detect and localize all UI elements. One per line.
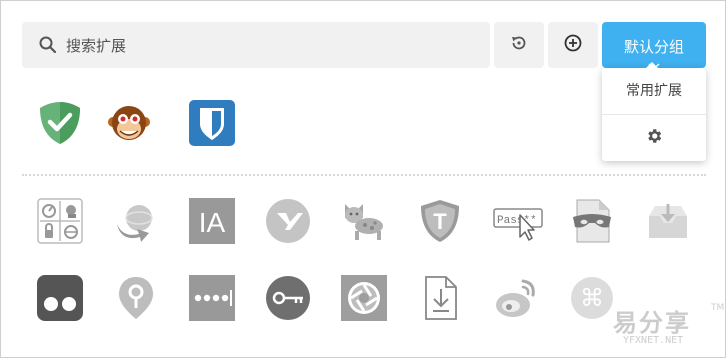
dropdown-item-settings[interactable] [602, 115, 706, 161]
command-key-icon: ⌘ [569, 275, 615, 325]
search-bar[interactable]: 搜索扩展 [22, 22, 490, 68]
watermark-sub: YFXNET.NET [623, 335, 684, 346]
extension-disabled-9[interactable] [645, 200, 691, 246]
globe-arrow-icon [113, 198, 159, 248]
weibo-icon [493, 275, 539, 325]
trello-toggle-icon [37, 275, 83, 325]
search-placeholder: 搜索扩展 [66, 37, 127, 55]
gear-icon [645, 127, 663, 149]
incognito-document-icon [569, 198, 615, 248]
tampermonkey-cat-icon [341, 198, 387, 248]
extension-disabled-5[interactable] [341, 200, 387, 246]
section-divider [22, 174, 706, 176]
svg-text:⌘: ⌘ [580, 284, 604, 312]
doc-download-icon [417, 275, 463, 325]
watermark-tm: TM [711, 303, 725, 313]
password-cursor-icon: Pass** [493, 198, 545, 248]
extension-disabled-10[interactable] [37, 275, 83, 325]
extension-disabled-1[interactable] [37, 198, 83, 248]
extension-disabled-15[interactable] [417, 275, 463, 325]
extension-disabled-13[interactable] [265, 275, 311, 325]
bitwarden-icon [189, 100, 235, 150]
group-button-label: 默认分组 [623, 38, 684, 56]
extension-manager-panel: 搜索扩展 默认分组 常用扩展 IA T Pass** ⌘ 易分享 TM YFXN… [0, 0, 726, 358]
reset-button[interactable] [494, 22, 544, 68]
extension-disabled-3[interactable]: IA [189, 198, 235, 248]
extension-disabled-7[interactable]: Pass** [493, 200, 545, 246]
svg-text:IA: IA [199, 207, 226, 238]
add-icon [563, 33, 583, 57]
group-dropdown: 常用扩展 [602, 62, 706, 161]
extension-bitwarden[interactable] [189, 100, 235, 150]
extension-disabled-12[interactable] [189, 275, 235, 325]
aperture-icon [341, 275, 387, 325]
extension-disabled-2[interactable] [113, 200, 159, 246]
dots-password-icon [189, 275, 235, 325]
adguard-icon [38, 100, 82, 150]
keyhole-pin-icon [113, 275, 159, 325]
t-shield-icon: T [417, 198, 463, 248]
svg-text:T: T [433, 209, 447, 234]
y-circle-icon [265, 198, 311, 248]
extension-disabled-11[interactable] [113, 277, 159, 323]
watermark: 易分享 TM YFXNET.NET [613, 301, 725, 353]
monkey-icon [106, 100, 152, 150]
extension-disabled-17[interactable]: ⌘ [569, 277, 615, 323]
reset-icon [509, 33, 529, 57]
extension-disabled-16[interactable] [493, 277, 539, 323]
ia-icon: IA [189, 198, 235, 248]
extension-disabled-6[interactable]: T [417, 200, 463, 246]
extension-disabled-8[interactable] [569, 198, 615, 248]
add-button[interactable] [548, 22, 598, 68]
dashboard-icon [37, 198, 83, 248]
dropdown-item-common[interactable]: 常用扩展 [602, 68, 706, 114]
inbox-download-icon [645, 198, 691, 248]
key-circle-icon [265, 275, 311, 325]
search-icon [38, 35, 58, 55]
watermark-text: 易分享 [613, 309, 691, 337]
extension-monkey[interactable] [106, 102, 152, 148]
extension-adguard[interactable] [37, 102, 83, 148]
extension-disabled-4[interactable] [265, 198, 311, 248]
extension-disabled-14[interactable] [341, 275, 387, 325]
svg-text:Pass**: Pass** [497, 215, 537, 227]
